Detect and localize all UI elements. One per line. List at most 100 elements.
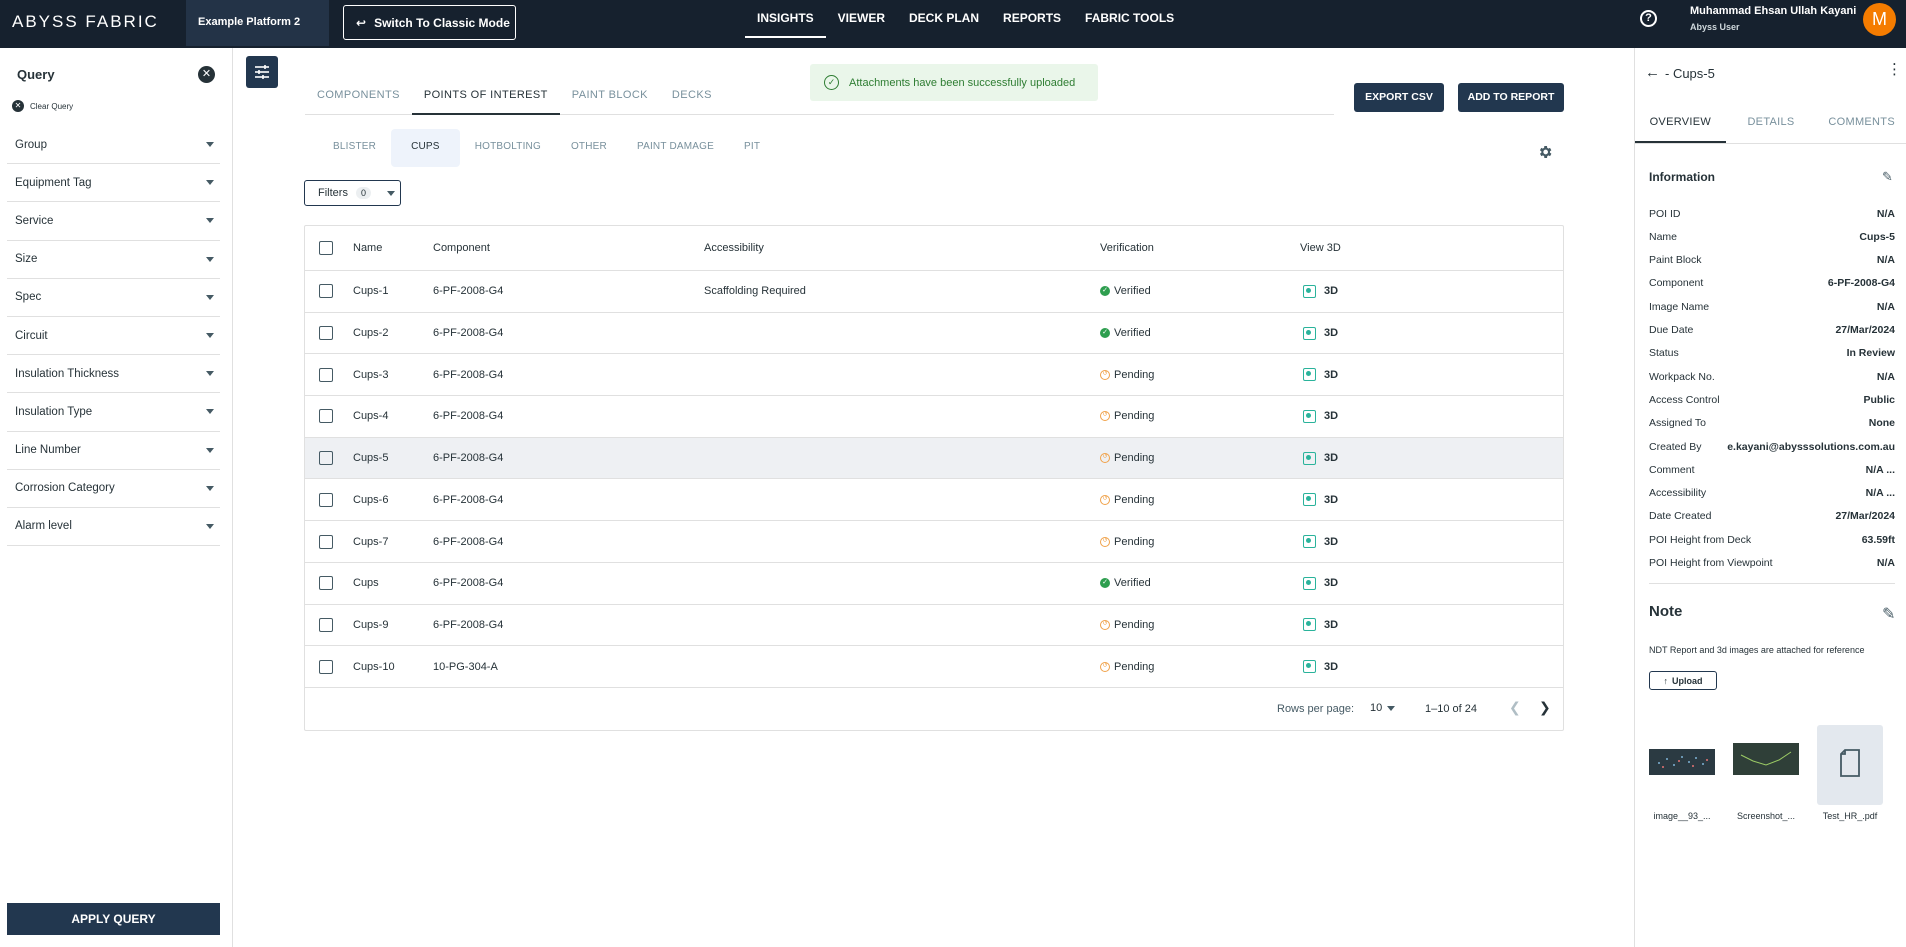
verification-status: ↺ Pending <box>1100 410 1154 422</box>
info-field-label: POI ID <box>1649 207 1681 220</box>
row-checkbox[interactable] <box>319 326 333 341</box>
filter-equipment-tag[interactable]: Equipment Tag <box>7 164 220 203</box>
clear-query-button[interactable]: ✕ Clear Query <box>12 100 73 112</box>
next-page-icon[interactable]: ❯ <box>1539 699 1551 716</box>
filters-dropdown[interactable]: Filters 0 <box>304 180 401 206</box>
subtab-cups[interactable]: CUPS <box>391 129 460 167</box>
tab-components[interactable]: COMPONENTS <box>305 80 412 115</box>
table-row[interactable]: Cups-5 6-PF-2008-G4 ↺ Pending 3D <box>305 437 1563 480</box>
filter-line-number[interactable]: Line Number <box>7 432 220 470</box>
row-checkbox[interactable] <box>319 284 333 299</box>
filter-size[interactable]: Size <box>7 241 220 279</box>
nav-viewer[interactable]: VIEWER <box>826 0 897 38</box>
view-3d-link[interactable]: 3D <box>1303 326 1338 340</box>
table-row[interactable]: Cups-7 6-PF-2008-G4 ↺ Pending 3D <box>305 521 1563 563</box>
nav-deck-plan[interactable]: DECK PLAN <box>897 0 991 38</box>
info-field-label: Paint Block <box>1649 254 1702 267</box>
rows-per-page-select[interactable]: 10 <box>1370 702 1396 714</box>
column-header-view-3d[interactable]: View 3D <box>1300 226 1341 270</box>
view-3d-link[interactable]: 3D <box>1303 493 1338 507</box>
nav-insights[interactable]: INSIGHTS <box>745 0 826 38</box>
table-row[interactable]: Cups-3 6-PF-2008-G4 ↺ Pending 3D <box>305 354 1563 397</box>
nav-reports[interactable]: REPORTS <box>991 0 1073 38</box>
user-name: Muhammad Ehsan Ullah Kayani <box>1690 5 1857 17</box>
row-name: Cups <box>353 577 379 590</box>
view-3d-link[interactable]: 3D <box>1303 660 1338 674</box>
info-field-label: Image Name <box>1649 300 1710 313</box>
gear-icon[interactable] <box>1537 144 1553 160</box>
table-row[interactable]: Cups-1 6-PF-2008-G4 Scaffolding Required ✓ V… <box>305 271 1563 313</box>
subtab-paint-damage[interactable]: PAINT DAMAGE <box>622 129 729 167</box>
platform-selector[interactable]: Example Platform 2 <box>186 0 329 46</box>
filter-service[interactable]: Service <box>7 202 220 241</box>
view-3d-link[interactable]: 3D <box>1303 284 1338 298</box>
tab-decks[interactable]: DECKS <box>660 80 724 115</box>
column-header-name[interactable]: Name <box>353 226 382 270</box>
subtab-blister[interactable]: BLISTER <box>318 129 391 167</box>
table-row[interactable]: Cups 6-PF-2008-G4 ✓ Verified 3D <box>305 563 1563 605</box>
attachment-preview <box>1733 743 1799 775</box>
export-csv-button[interactable]: EXPORT CSV <box>1354 83 1444 112</box>
tab-points-of-interest[interactable]: POINTS OF INTEREST <box>411 80 560 115</box>
table-row[interactable]: Cups-6 6-PF-2008-G4 ↺ Pending 3D <box>305 480 1563 522</box>
attachment-thumbnail-image[interactable] <box>1649 725 1715 805</box>
view-3d-link[interactable]: 3D <box>1303 535 1338 549</box>
filter-settings-toggle[interactable] <box>246 56 278 88</box>
column-header-component[interactable]: Component <box>433 226 490 270</box>
help-icon[interactable]: ? <box>1640 10 1657 27</box>
avatar[interactable]: M <box>1863 3 1896 36</box>
row-name: Cups-1 <box>353 285 389 298</box>
select-all-checkbox[interactable] <box>319 241 333 255</box>
add-to-report-button[interactable]: ADD TO REPORT <box>1458 83 1564 112</box>
filter-insulation-thickness[interactable]: Insulation Thickness <box>7 355 220 394</box>
edit-information-icon[interactable]: ✎ <box>1882 169 1893 185</box>
nav-fabric-tools[interactable]: FABRIC TOOLS <box>1073 0 1186 38</box>
chevron-down-icon <box>206 218 214 224</box>
column-header-accessibility[interactable]: Accessibility <box>704 226 764 270</box>
attachment-thumbnail-pdf[interactable] <box>1817 725 1883 805</box>
row-checkbox[interactable] <box>319 451 333 466</box>
filter-insulation-type[interactable]: Insulation Type <box>7 393 220 432</box>
query-title: Query <box>17 67 55 82</box>
filter-corrosion-category[interactable]: Corrosion Category <box>7 470 220 508</box>
more-vertical-icon[interactable]: ⋮ <box>1887 62 1902 77</box>
row-checkbox[interactable] <box>319 576 333 591</box>
subtab-other[interactable]: OTHER <box>556 129 622 167</box>
row-checkbox[interactable] <box>319 492 333 507</box>
upload-button[interactable]: ↑ Upload <box>1649 671 1717 690</box>
filter-group[interactable]: Group <box>7 126 220 165</box>
column-header-verification[interactable]: Verification <box>1100 226 1154 270</box>
table-row[interactable]: Cups-4 6-PF-2008-G4 ↺ Pending 3D <box>305 396 1563 438</box>
view-3d-link[interactable]: 3D <box>1303 451 1338 465</box>
info-field-label: Status <box>1649 347 1679 360</box>
filter-spec[interactable]: Spec <box>7 279 220 317</box>
row-component: 6-PF-2008-G4 <box>433 577 504 590</box>
view-3d-link[interactable]: 3D <box>1303 618 1338 632</box>
attachment-thumbnail-screenshot[interactable] <box>1733 725 1799 805</box>
close-query-icon[interactable]: ✕ <box>198 66 215 83</box>
tab-paint-block[interactable]: PAINT BLOCK <box>560 80 660 115</box>
filter-circuit[interactable]: Circuit <box>7 317 220 356</box>
tab-overview[interactable]: OVERVIEW <box>1635 104 1726 143</box>
edit-note-icon[interactable]: ✎ <box>1882 604 1895 624</box>
row-checkbox[interactable] <box>319 659 333 674</box>
back-arrow-icon[interactable]: ← <box>1645 64 1660 81</box>
apply-query-button[interactable]: APPLY QUERY <box>7 903 220 935</box>
switch-classic-mode-button[interactable]: ↩ Switch To Classic Mode <box>343 5 516 40</box>
row-checkbox[interactable] <box>319 617 333 632</box>
previous-page-icon[interactable]: ❮ <box>1509 699 1521 716</box>
view-3d-link[interactable]: 3D <box>1303 368 1338 382</box>
table-row[interactable]: Cups-2 6-PF-2008-G4 ✓ Verified 3D <box>305 313 1563 355</box>
row-checkbox[interactable] <box>319 409 333 424</box>
row-checkbox[interactable] <box>319 367 333 382</box>
subtab-pit[interactable]: PIT <box>729 129 775 167</box>
tab-comments[interactable]: COMMENTS <box>1816 104 1906 143</box>
filter-alarm-level[interactable]: Alarm level <box>7 508 220 547</box>
table-row[interactable]: Cups-10 10-PG-304-A ↺ Pending 3D <box>305 646 1563 688</box>
view-3d-link[interactable]: 3D <box>1303 409 1338 423</box>
row-checkbox[interactable] <box>319 534 333 549</box>
table-row[interactable]: Cups-9 6-PF-2008-G4 ↺ Pending 3D <box>305 605 1563 647</box>
subtab-hotbolting[interactable]: HOTBOLTING <box>460 129 556 167</box>
tab-details[interactable]: DETAILS <box>1726 104 1817 143</box>
view-3d-link[interactable]: 3D <box>1303 576 1338 590</box>
